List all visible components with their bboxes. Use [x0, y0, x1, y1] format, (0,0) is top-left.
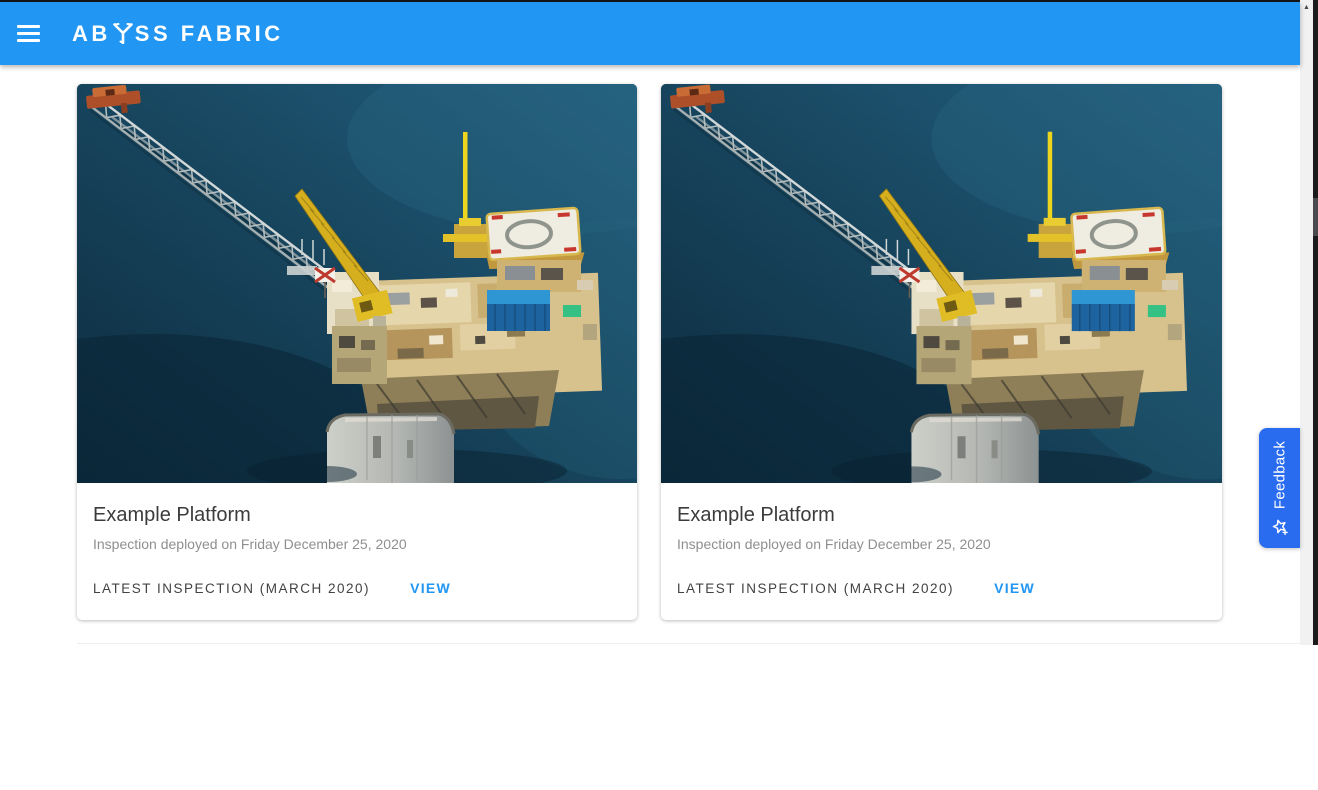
trident-y-icon: [113, 22, 133, 44]
feedback-label: Feedback: [1271, 441, 1288, 509]
card-subtitle: Inspection deployed on Friday December 2…: [93, 536, 621, 552]
edge-scroll-thumb: [1313, 198, 1318, 236]
brand-suffix: SS FABRIC: [135, 21, 284, 47]
card-subtitle: Inspection deployed on Friday December 2…: [677, 536, 1206, 552]
scroll-up-arrow-icon[interactable]: ▲: [1300, 0, 1313, 15]
hamburger-menu-button[interactable]: [8, 14, 48, 54]
platform-card: Example Platform Inspection deployed on …: [661, 84, 1222, 620]
latest-inspection-label: LATEST INSPECTION (MARCH 2020): [677, 581, 954, 596]
window-right-edge: [1313, 0, 1318, 645]
star-plus-icon: [1271, 518, 1288, 535]
card-title: Example Platform: [93, 503, 621, 527]
latest-inspection-label: LATEST INSPECTION (MARCH 2020): [93, 581, 370, 596]
platform-photo: [77, 84, 637, 483]
view-button[interactable]: VIEW: [402, 574, 459, 602]
brand-logo: AB SS FABRIC: [72, 21, 284, 47]
viewport-bottom-edge: [77, 643, 1300, 644]
brand-prefix: AB: [72, 21, 111, 47]
card-title: Example Platform: [677, 503, 1206, 527]
scrollbar-track[interactable]: ▲: [1300, 0, 1313, 645]
app-bar: AB SS FABRIC: [0, 2, 1300, 65]
view-button[interactable]: VIEW: [986, 574, 1043, 602]
platform-photo: [661, 84, 1222, 483]
feedback-button[interactable]: Feedback: [1259, 428, 1300, 548]
app-screen: ▲ AB SS FABRIC Example Platform Inspecti…: [0, 0, 1318, 790]
platform-card: Example Platform Inspection deployed on …: [77, 84, 637, 620]
